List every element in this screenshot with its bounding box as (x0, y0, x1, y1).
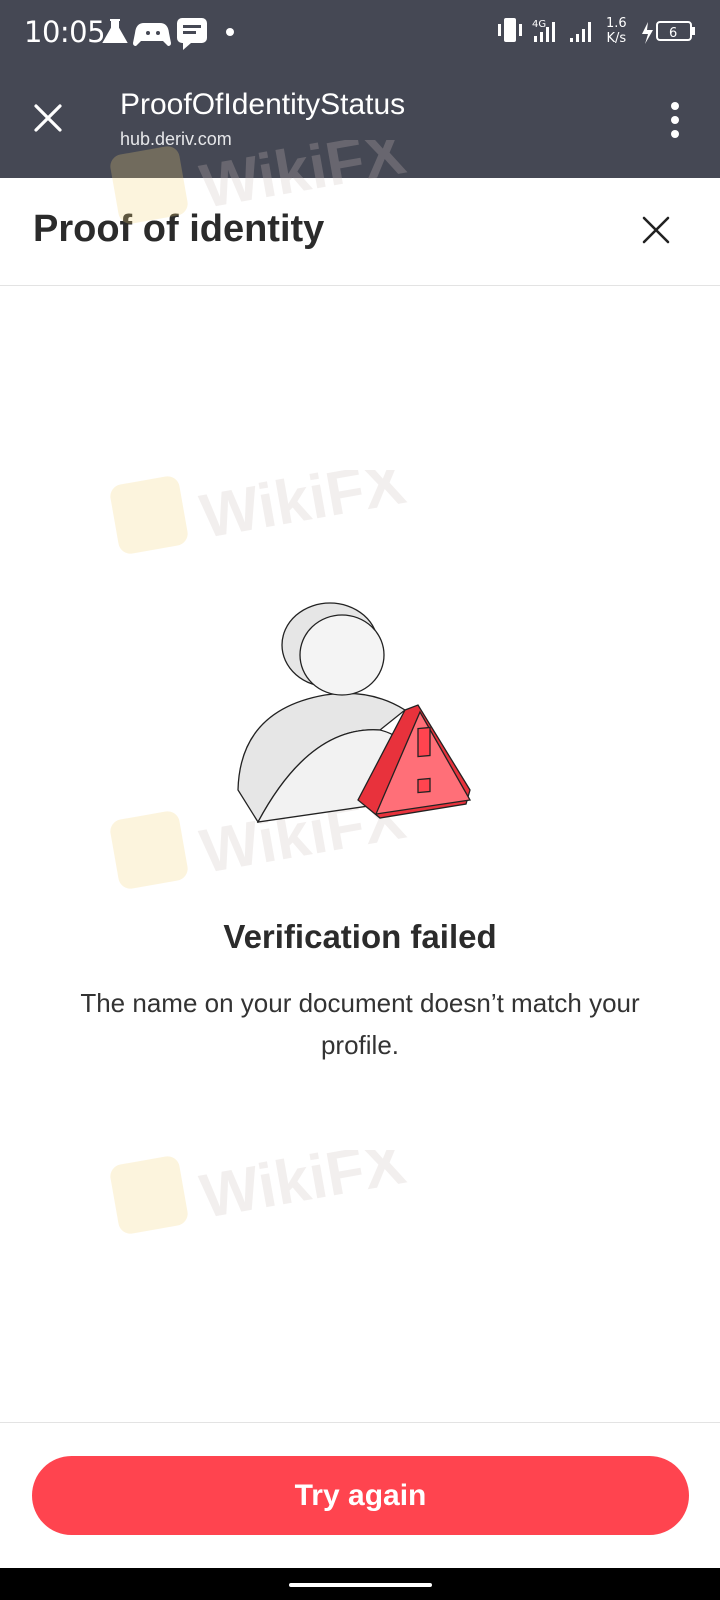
svg-text:WikiFX: WikiFX (195, 470, 410, 552)
home-indicator[interactable] (289, 1583, 432, 1587)
watermark-logo: WikiFX (110, 470, 410, 554)
watermark-logo: WikiFX (110, 1150, 410, 1234)
browser-titlebar: ProofOfIdentityStatus hub.deriv.com (0, 66, 720, 178)
try-again-button[interactable]: Try again (32, 1456, 689, 1535)
network-speed: 1.6 K/s (606, 16, 627, 46)
verification-failed-illustration (237, 602, 472, 824)
page-url: hub.deriv.com (120, 129, 232, 149)
battery-icon: 6 (642, 21, 695, 44)
svg-text:6: 6 (669, 26, 677, 41)
modal-title: Proof of identity (33, 208, 325, 250)
notification-icons (102, 18, 234, 50)
modal-header: Proof of identity (0, 178, 720, 286)
navigation-bar (0, 1568, 720, 1600)
status-bar: 10:05 4G 1.6 K/s 6 (0, 0, 720, 66)
more-options-icon[interactable] (660, 98, 690, 142)
modal-footer: Try again (0, 1422, 720, 1569)
status-message: The name on your document doesn’t match … (80, 988, 640, 1060)
svg-text:WikiFX: WikiFX (195, 1150, 410, 1232)
page-title: ProofOfIdentityStatus (120, 88, 406, 121)
status-title: Verification failed (223, 918, 497, 955)
close-icon[interactable] (30, 100, 66, 136)
close-icon[interactable] (640, 214, 672, 246)
signal-icons: 4G (498, 18, 591, 42)
status-time: 10:05 (24, 15, 106, 49)
svg-text:4G: 4G (532, 19, 546, 30)
